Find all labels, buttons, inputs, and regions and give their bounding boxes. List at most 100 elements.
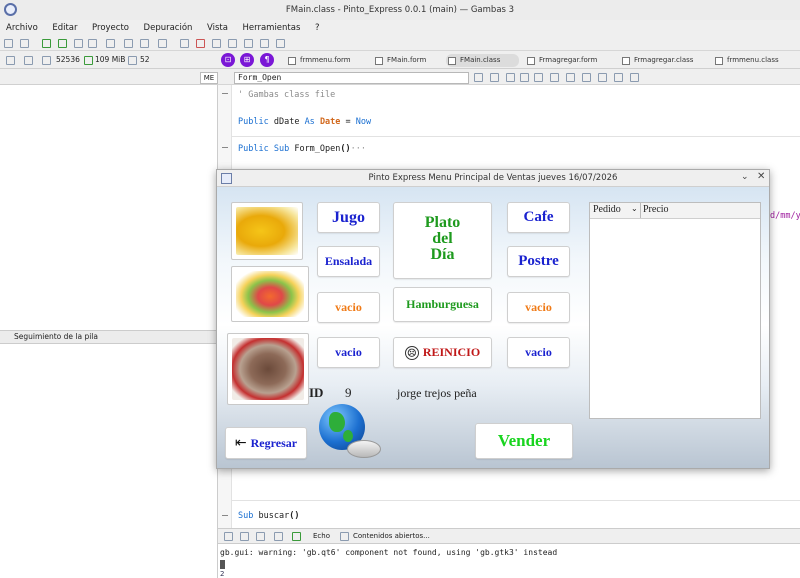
vacio-button-3[interactable]: vacio [507, 292, 570, 323]
breakpoint-icon[interactable] [260, 39, 269, 48]
vacio-button-1[interactable]: vacio [317, 292, 380, 323]
cut-icon[interactable] [140, 39, 149, 48]
ensalada-button[interactable]: Ensalada [317, 246, 380, 277]
menu-depuracion[interactable]: Depuración [138, 20, 199, 36]
postre-button[interactable]: Postre [507, 246, 570, 277]
project-toolbar: 52536 109 MiB 52 [0, 51, 218, 69]
menu-vista[interactable]: Vista [201, 20, 234, 36]
grid-header-pedido[interactable]: Pedido [593, 204, 621, 215]
hand-icon[interactable] [506, 73, 515, 82]
step-out-icon[interactable] [244, 39, 253, 48]
find-icon[interactable] [550, 73, 559, 82]
me-selector[interactable]: ME [200, 72, 218, 84]
step-over-icon[interactable] [228, 39, 237, 48]
vacio-button-4[interactable]: vacio [507, 337, 570, 368]
tab-frmagregar-class[interactable]: Frmagregar.class [620, 54, 693, 67]
filter-icon[interactable] [124, 39, 133, 48]
gambas-app-icon[interactable] [4, 3, 17, 16]
console-clear-icon[interactable] [224, 532, 233, 541]
back-arrow-icon: ⇤ [234, 435, 247, 451]
form-designer-icon[interactable]: ⊡ [221, 53, 235, 67]
echo-toggle[interactable]: Echo [313, 532, 330, 540]
console-backspace-icon[interactable] [240, 532, 249, 541]
run-icon[interactable] [158, 39, 167, 48]
tab-frmmenu-class[interactable]: frmmenu.class [713, 54, 779, 67]
stat-memory: 109 MiB [95, 55, 126, 64]
module-icon[interactable]: ¶ [260, 53, 274, 67]
mango-image-button[interactable] [231, 202, 303, 260]
console-output[interactable]: gb.gui: warning: 'gb.qt6' component not … [218, 544, 800, 578]
print-preview-icon[interactable] [490, 73, 499, 82]
console-warning-icon[interactable] [256, 532, 265, 541]
find-next-icon[interactable] [566, 73, 575, 82]
gallo-pinto-image [232, 338, 304, 400]
menu-archivo[interactable]: Archivo [0, 20, 44, 36]
tab-frmagregar-form[interactable]: Frmagregar.form [525, 54, 597, 67]
save-icon[interactable] [42, 39, 51, 48]
uncomment-icon[interactable] [630, 73, 639, 82]
code-line-form-open: Public Sub Form_Open()··· [238, 144, 366, 154]
properties-icon[interactable] [74, 39, 83, 48]
settings-icon[interactable] [106, 39, 115, 48]
console-save-icon[interactable] [292, 532, 301, 541]
reinicio-button[interactable]: ☹ REINICIO [393, 337, 492, 368]
project-tree-panel[interactable] [0, 85, 218, 330]
menu-editar[interactable]: Editar [46, 20, 83, 36]
user-name: jorge trejos peña [397, 386, 477, 400]
menu-proyecto[interactable]: Proyecto [86, 20, 135, 36]
project-tree-icon[interactable] [6, 56, 15, 65]
form-file-icon [375, 57, 383, 65]
fold-marker[interactable] [222, 515, 228, 516]
salad-image [236, 271, 304, 317]
stop-icon[interactable] [196, 39, 205, 48]
pause-icon[interactable] [180, 39, 189, 48]
indent-icon[interactable] [582, 73, 591, 82]
console-copy-icon[interactable] [274, 532, 283, 541]
window-title: FMain.class - Pinto_Express 0.0.1 (main)… [285, 5, 515, 15]
salad-image-button[interactable] [231, 266, 309, 322]
hamburguesa-button[interactable]: Hamburguesa [393, 287, 492, 322]
redo-icon[interactable] [534, 73, 543, 82]
unindent-icon[interactable] [598, 73, 607, 82]
vender-button[interactable]: Vender [475, 423, 573, 459]
fold-marker[interactable] [222, 147, 228, 148]
fold-marker[interactable] [222, 93, 228, 94]
comment-icon[interactable] [614, 73, 623, 82]
vacio-button-2[interactable]: vacio [317, 337, 380, 368]
open-project-icon[interactable] [20, 39, 29, 48]
menu-herramientas[interactable]: Herramientas [237, 20, 307, 36]
gallo-pinto-image-button[interactable] [227, 333, 309, 405]
tab-frmmenu-form[interactable]: frmmenu.form [286, 54, 351, 67]
tools-icon[interactable] [88, 39, 97, 48]
menu-help[interactable]: ? [309, 20, 326, 36]
stack-trace-title: Seguimiento de la pila [14, 332, 98, 341]
window-titlebar: FMain.class - Pinto_Express 0.0.1 (main)… [0, 0, 800, 20]
code-line-ddate: Public dDate As Date = Now [238, 117, 372, 127]
tab-fmain-class[interactable]: FMain.class [446, 54, 519, 67]
tab-fmain-form[interactable]: FMain.form [373, 54, 426, 67]
minimize-icon[interactable]: ⌄ [741, 172, 749, 182]
watch-icon[interactable] [276, 39, 285, 48]
order-grid[interactable]: Pedido ⌄ Precio [589, 202, 761, 419]
class-file-icon [715, 57, 723, 65]
folder-icon[interactable] [24, 56, 33, 65]
grid-header-precio[interactable]: Precio [643, 204, 669, 215]
form-file-icon [527, 57, 535, 65]
cafe-button[interactable]: Cafe [507, 202, 570, 233]
form-file-icon [288, 57, 296, 65]
procedure-select[interactable]: Form_Open [234, 72, 469, 84]
new-project-icon[interactable] [4, 39, 13, 48]
regresar-button[interactable]: ⇤ Regresar [225, 427, 307, 459]
step-icon[interactable] [212, 39, 221, 48]
open-contents-button[interactable]: Contenidos abiertos... [353, 532, 430, 540]
close-icon[interactable]: ✕ [757, 171, 765, 182]
class-icon[interactable]: ⊞ [240, 53, 254, 67]
plato-del-dia-button[interactable]: Plato del Día [393, 202, 492, 279]
stack-trace-panel[interactable] [0, 344, 218, 524]
class-file-icon [622, 57, 630, 65]
sort-down-icon: ⌄ [631, 204, 638, 213]
jugo-button[interactable]: Jugo [317, 202, 380, 233]
print-icon[interactable] [474, 73, 483, 82]
undo-icon[interactable] [520, 73, 529, 82]
save-all-icon[interactable] [58, 39, 67, 48]
